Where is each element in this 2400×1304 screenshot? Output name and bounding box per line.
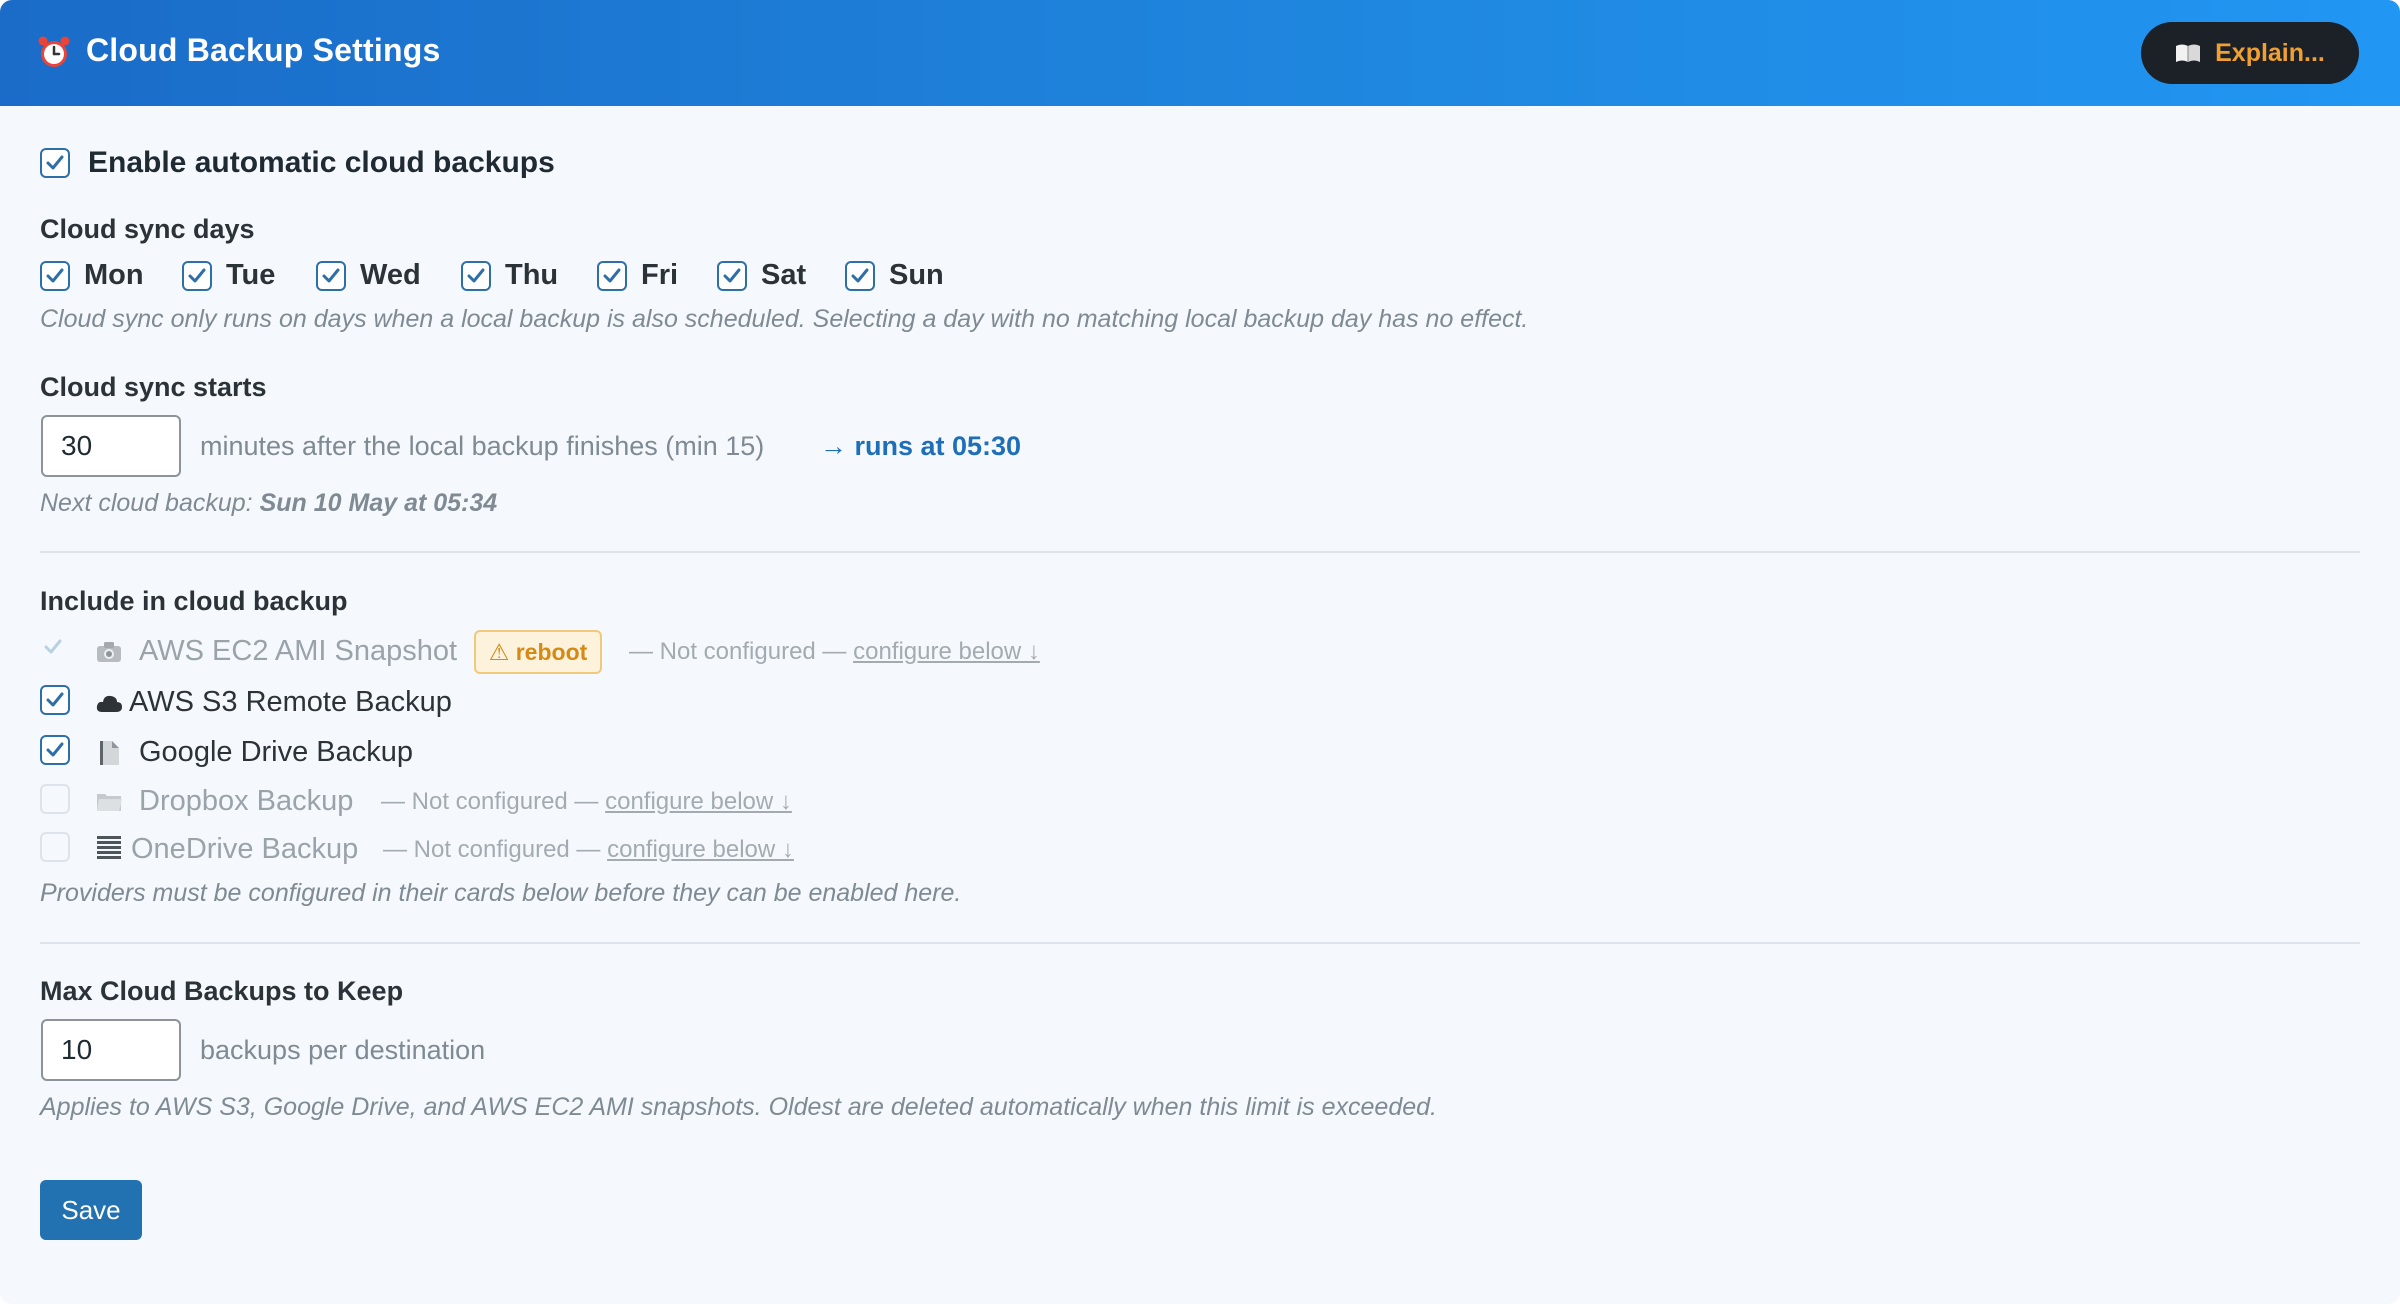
provider-label-aws-s3: AWS S3 Remote Backup xyxy=(129,686,452,718)
day-label-tue: Tue xyxy=(226,259,276,291)
day-label-fri: Fri xyxy=(641,259,679,291)
provider-checkbox-dropbox[interactable] xyxy=(40,784,70,814)
sync-days-help: Cloud sync only runs on days when a loca… xyxy=(40,305,1529,333)
day-checkbox-wed[interactable] xyxy=(316,261,346,291)
sync-start-suffix: minutes after the local backup finishes … xyxy=(200,431,765,461)
checkmark-icon xyxy=(46,692,64,707)
runs-at-time: → runs at 05:30 xyxy=(820,431,1022,461)
checkmark-icon xyxy=(46,155,64,170)
provider-checkbox-aws-ec2[interactable] xyxy=(40,634,70,664)
section-divider xyxy=(40,942,2360,944)
configure-below-link[interactable]: configure below ↓ xyxy=(853,638,1040,665)
not-configured-text: — Not configured — xyxy=(381,788,599,815)
save-button[interactable]: Save xyxy=(40,1180,142,1240)
day-checkbox-mon[interactable] xyxy=(40,261,70,291)
include-title: Include in cloud backup xyxy=(40,586,348,616)
sync-start-minutes-input[interactable]: 30 xyxy=(41,415,181,477)
max-backups-suffix: backups per destination xyxy=(200,1035,486,1065)
next-backup-label: Next cloud backup: xyxy=(40,489,253,517)
provider-label-dropbox: Dropbox Backup xyxy=(139,785,354,817)
page-title: Cloud Backup Settings xyxy=(86,32,441,68)
checkmark-icon xyxy=(46,742,64,757)
checkmark-icon xyxy=(603,268,621,283)
next-backup-value: Sun 10 May at 05:34 xyxy=(259,489,498,517)
day-label-thu: Thu xyxy=(505,259,559,291)
list-icon xyxy=(97,836,121,859)
configure-below-link[interactable]: configure below ↓ xyxy=(605,788,792,815)
alarm-clock-icon xyxy=(38,36,70,67)
configure-below-link[interactable]: configure below ↓ xyxy=(607,836,794,863)
day-checkbox-tue[interactable] xyxy=(182,261,212,291)
day-checkbox-sun[interactable] xyxy=(845,261,875,291)
book-icon xyxy=(2176,44,2201,62)
provider-checkbox-google-drive[interactable] xyxy=(40,735,70,765)
sync-start-title: Cloud sync starts xyxy=(40,372,267,402)
provider-status-onedrive: — Not configured — configure below ↓ xyxy=(383,836,794,864)
sync-days-title: Cloud sync days xyxy=(40,214,255,244)
not-configured-text: — Not configured — xyxy=(629,638,847,665)
day-label-sun: Sun xyxy=(889,259,944,291)
max-backups-help: Applies to AWS S3, Google Drive, and AWS… xyxy=(40,1093,1437,1121)
providers-help: Providers must be configured in their ca… xyxy=(40,879,962,907)
cloud-icon xyxy=(96,695,122,712)
checkmark-icon xyxy=(46,268,64,283)
document-icon xyxy=(100,741,119,765)
enable-cloud-backups-label: Enable automatic cloud backups xyxy=(88,146,555,179)
section-divider xyxy=(40,551,2360,553)
reboot-warning-badge: ⚠ reboot xyxy=(474,630,602,674)
checkmark-icon xyxy=(188,268,206,283)
checkmark-icon xyxy=(723,268,741,283)
provider-status-aws-ec2: — Not configured — configure below ↓ xyxy=(629,638,1040,666)
provider-checkbox-onedrive[interactable] xyxy=(40,832,70,862)
enable-cloud-backups-checkbox[interactable] xyxy=(40,148,70,178)
day-label-mon: Mon xyxy=(84,259,144,291)
not-configured-text: — Not configured — xyxy=(383,836,601,863)
checkmark-icon xyxy=(322,268,340,283)
max-backups-title: Max Cloud Backups to Keep xyxy=(40,976,404,1006)
provider-status-dropbox: — Not configured — configure below ↓ xyxy=(381,788,792,816)
provider-label-onedrive: OneDrive Backup xyxy=(131,833,359,865)
folder-icon xyxy=(97,794,122,811)
cloud-backup-settings-card: Cloud Backup Settings Explain... Enable … xyxy=(0,0,2400,1304)
provider-checkbox-aws-s3[interactable] xyxy=(40,685,70,715)
explain-label: Explain... xyxy=(2215,38,2325,67)
checkmark-icon xyxy=(44,639,62,654)
day-checkbox-sat[interactable] xyxy=(717,261,747,291)
max-backups-input[interactable]: 10 xyxy=(41,1019,181,1081)
day-checkbox-thu[interactable] xyxy=(461,261,491,291)
day-label-sat: Sat xyxy=(761,259,807,291)
provider-label-google-drive: Google Drive Backup xyxy=(139,736,414,768)
explain-button[interactable]: Explain... xyxy=(2141,22,2359,84)
day-label-wed: Wed xyxy=(360,259,421,291)
day-checkbox-fri[interactable] xyxy=(597,261,627,291)
camera-icon xyxy=(97,642,121,662)
checkmark-icon xyxy=(851,268,869,283)
provider-label-aws-ec2: AWS EC2 AMI Snapshot xyxy=(139,635,458,667)
checkmark-icon xyxy=(467,268,485,283)
next-backup-line: Next cloud backup: Sun 10 May at 05:34 xyxy=(40,489,497,518)
settings-header: Cloud Backup Settings Explain... xyxy=(0,0,2400,106)
